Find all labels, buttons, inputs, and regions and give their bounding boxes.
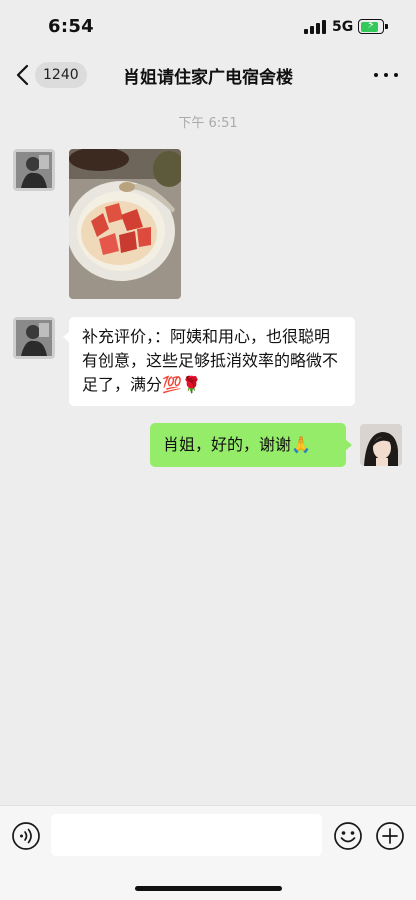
network-type: 5G xyxy=(332,19,354,35)
emoji-icon[interactable] xyxy=(333,821,363,851)
charging-bolt-icon: ⚡ xyxy=(367,18,375,31)
outgoing-text-message[interactable]: 肖姐，好的，谢谢🙏 xyxy=(150,423,352,467)
battery-tip xyxy=(385,24,388,29)
incoming-text-message[interactable]: 补充评价，：阿姨和用心，也很聪明有创意，这些足够抵消效率的略微不足了，满分💯🌹 xyxy=(63,317,355,406)
message-input-bar xyxy=(0,805,416,900)
chevron-left-icon[interactable] xyxy=(12,61,36,89)
add-more-icon[interactable] xyxy=(375,821,405,851)
chat-title: 肖姐请住家广电宿舍楼 xyxy=(123,68,293,88)
contact-avatar[interactable] xyxy=(13,317,55,359)
unread-count-badge[interactable]: 1240 xyxy=(35,62,87,88)
image-message[interactable] xyxy=(69,149,181,299)
self-avatar[interactable] xyxy=(360,424,402,466)
chat-header: 1240 肖姐请住家广电宿舍楼 xyxy=(0,52,416,98)
home-indicator xyxy=(135,886,282,891)
message-timestamp: 下午 6:51 xyxy=(178,116,238,131)
voice-input-icon[interactable] xyxy=(11,821,41,851)
battery-icon: ⚡ xyxy=(358,18,384,34)
status-time: 6:54 xyxy=(48,16,94,37)
more-dots-icon[interactable] xyxy=(374,65,398,85)
contact-avatar[interactable] xyxy=(13,149,55,191)
cellular-signal-icon xyxy=(304,20,326,34)
status-bar: 6:54 5G ⚡ xyxy=(0,0,416,52)
message-text-input[interactable] xyxy=(51,814,322,856)
